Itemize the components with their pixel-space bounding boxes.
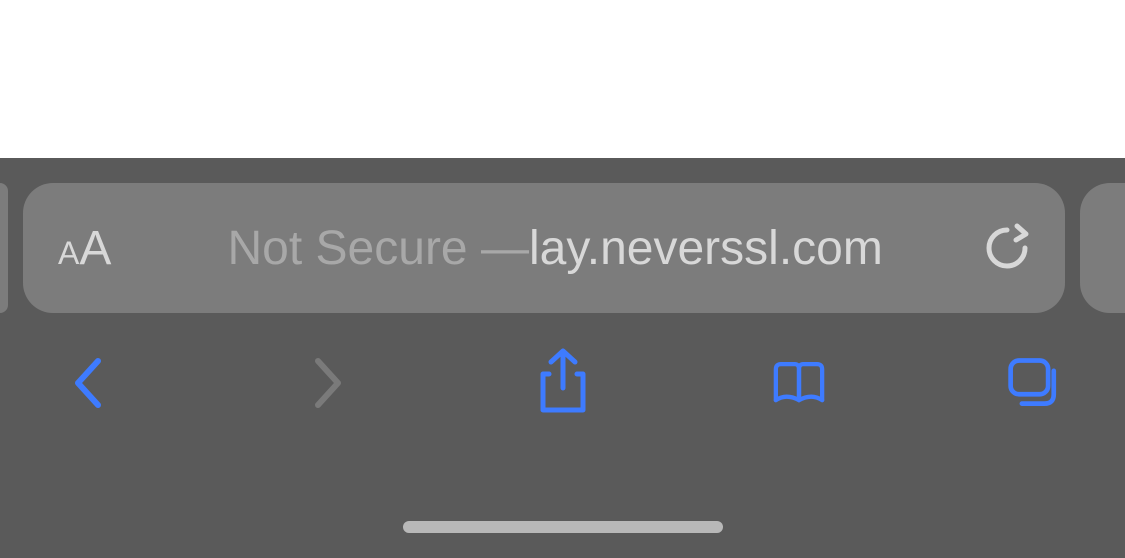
share-icon: [533, 348, 593, 418]
page-content: [0, 0, 1125, 158]
next-tab-edge[interactable]: [1080, 183, 1125, 313]
forward-button: [296, 353, 356, 413]
tabs-button[interactable]: [1005, 353, 1065, 413]
bookmarks-icon: [769, 355, 829, 411]
bookmarks-button[interactable]: [769, 353, 829, 413]
domain-text: lay.neverssl.com: [529, 221, 883, 276]
text-size-icon: A: [79, 221, 111, 276]
reload-button[interactable]: [984, 222, 1030, 274]
reload-icon: [984, 222, 1030, 274]
security-status: Not Secure —: [228, 221, 529, 276]
address-bar[interactable]: AA Not Secure — lay.neverssl.com: [23, 183, 1065, 313]
share-button[interactable]: [533, 353, 593, 413]
text-size-button[interactable]: AA: [58, 221, 111, 276]
toolbar: [0, 338, 1125, 413]
browser-chrome: AA Not Secure — lay.neverssl.com: [0, 158, 1125, 558]
prev-tab-edge[interactable]: [0, 183, 8, 313]
forward-icon: [306, 353, 346, 413]
address-bar-row: AA Not Secure — lay.neverssl.com: [0, 158, 1125, 338]
back-icon: [70, 353, 110, 413]
text-size-icon: A: [58, 235, 79, 272]
tabs-icon: [1005, 353, 1065, 413]
home-indicator[interactable]: [403, 521, 723, 533]
url-display[interactable]: Not Secure — lay.neverssl.com: [156, 221, 954, 276]
back-button[interactable]: [60, 353, 120, 413]
